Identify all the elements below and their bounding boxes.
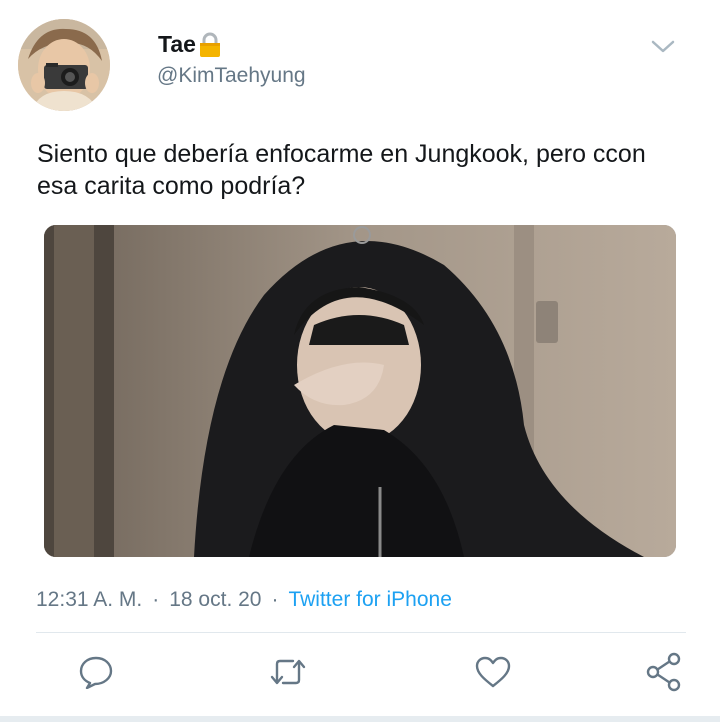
author-name-row[interactable]: Tae bbox=[158, 31, 222, 58]
tweet-meta: 12:31 A. M. · 18 oct. 20 · Twitter for i… bbox=[36, 588, 452, 612]
avatar[interactable] bbox=[18, 19, 110, 111]
share-icon bbox=[645, 652, 683, 697]
divider bbox=[36, 632, 686, 633]
share-button[interactable] bbox=[640, 650, 688, 698]
timeline-gap bbox=[0, 716, 720, 722]
retweet-icon bbox=[269, 656, 307, 693]
tweet-card: Tae @KimTaehyung Siento que debería enfo… bbox=[0, 0, 720, 716]
tweet-text: Siento que debería enfocarme en Jungkook… bbox=[37, 140, 646, 200]
meta-separator: · bbox=[271, 588, 279, 611]
tweet-actions bbox=[0, 650, 720, 702]
lock-icon bbox=[198, 32, 222, 58]
reply-icon bbox=[78, 655, 114, 694]
meta-separator: · bbox=[152, 588, 160, 611]
like-icon bbox=[474, 655, 512, 694]
retweet-button[interactable] bbox=[264, 650, 312, 698]
tweet-date[interactable]: 18 oct. 20 bbox=[169, 588, 261, 612]
reply-button[interactable] bbox=[72, 650, 120, 698]
tweet-time[interactable]: 12:31 A. M. bbox=[36, 588, 142, 612]
user-handle[interactable]: @KimTaehyung bbox=[157, 64, 306, 88]
like-button[interactable] bbox=[469, 650, 517, 698]
tweet-photo[interactable] bbox=[44, 225, 676, 557]
display-name[interactable]: Tae bbox=[158, 31, 196, 58]
tweet-source-link[interactable]: Twitter for iPhone bbox=[288, 588, 451, 612]
chevron-down-icon[interactable] bbox=[648, 34, 678, 58]
